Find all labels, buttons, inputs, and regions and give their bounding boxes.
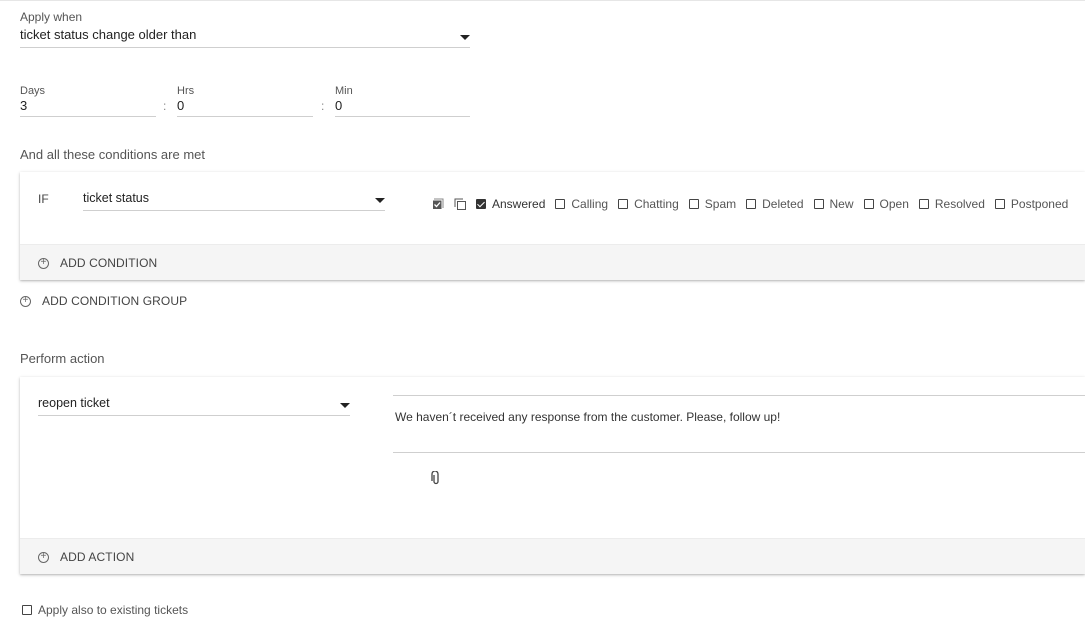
status-option-chatting[interactable]: Chatting: [618, 197, 679, 211]
min-value: 0: [335, 98, 343, 113]
condition-group-card: IF ticket status Answered Calling Chatting…: [20, 172, 1085, 280]
status-option-label: Deleted: [762, 197, 804, 211]
apply-when-underline: [20, 47, 470, 48]
add-condition-group-label: ADD CONDITION GROUP: [42, 294, 188, 308]
status-option-list: Answered Calling Chatting Spam Deleted New Ope…: [476, 197, 1078, 211]
hrs-label: Hrs: [177, 85, 195, 97]
status-option-label: Spam: [704, 197, 737, 211]
status-option-deleted[interactable]: Deleted: [746, 197, 804, 211]
status-option-spam[interactable]: Spam: [688, 197, 737, 211]
paperclip-icon[interactable]: [431, 470, 441, 485]
min-underline: [335, 116, 470, 117]
action-select[interactable]: reopen ticket: [38, 395, 350, 417]
checkbox-icon: [688, 199, 699, 209]
status-option-calling[interactable]: Calling: [555, 197, 608, 211]
status-option-label: Calling: [571, 197, 609, 211]
apply-when-select[interactable]: ticket status change older than: [20, 26, 470, 48]
status-option-label: Postponed: [1010, 197, 1069, 211]
checkbox-icon: [918, 199, 929, 209]
condition-card-footer: + ADD CONDITION: [20, 244, 1085, 280]
condition-field-value: ticket status: [83, 191, 149, 205]
checkbox-icon: [863, 199, 874, 209]
status-option-label: Chatting: [634, 197, 679, 211]
days-label: Days: [20, 85, 46, 97]
hrs-input[interactable]: 0: [177, 98, 313, 117]
add-condition-button[interactable]: + ADD CONDITION: [38, 256, 157, 270]
action-underline: [38, 415, 350, 416]
plus-circle-icon: +: [38, 257, 49, 269]
hrs-value: 0: [177, 98, 185, 113]
add-condition-label: ADD CONDITION: [60, 256, 158, 270]
chevron-down-icon: [340, 403, 350, 408]
add-condition-group-button[interactable]: + ADD CONDITION GROUP: [20, 294, 187, 308]
actions-title: Perform action: [20, 351, 105, 366]
status-options: Answered Calling Chatting Spam Deleted New Ope…: [432, 197, 1078, 211]
min-label: Min: [335, 85, 353, 97]
message-text: We haven´t received any response from th…: [395, 410, 781, 424]
apply-when-value: ticket status change older than: [20, 27, 197, 42]
status-option-label: Answered: [492, 197, 546, 211]
apply-when-label: Apply when: [20, 10, 83, 24]
conditions-title: And all these conditions are met: [20, 147, 205, 162]
apply-existing-label: Apply also to existing tickets: [38, 603, 189, 617]
days-value: 3: [20, 98, 28, 113]
min-input[interactable]: 0: [335, 98, 470, 117]
action-value: reopen ticket: [38, 396, 110, 410]
checkbox-icon: [813, 199, 824, 209]
days-hrs-separator: :: [163, 99, 167, 113]
plus-circle-icon: +: [20, 295, 31, 307]
message-textarea[interactable]: [393, 395, 1085, 453]
checkbox-icon: [476, 199, 486, 209]
plus-circle-icon: +: [38, 551, 49, 563]
hrs-min-separator: :: [321, 99, 325, 113]
hrs-underline: [177, 116, 313, 117]
status-option-label: Open: [879, 197, 909, 211]
checkbox-icon: [22, 605, 32, 615]
if-label: IF: [38, 192, 49, 206]
checkbox-icon: [746, 199, 757, 209]
chevron-down-icon: [460, 35, 470, 40]
status-option-label: New: [829, 197, 854, 211]
status-option-postponed[interactable]: Postponed: [994, 197, 1069, 211]
days-underline: [20, 116, 156, 117]
status-option-resolved[interactable]: Resolved: [918, 197, 985, 211]
status-option-label: Resolved: [934, 197, 985, 211]
condition-field-underline: [83, 210, 385, 211]
status-option-answered[interactable]: Answered: [476, 197, 545, 211]
add-action-button[interactable]: + ADD ACTION: [38, 550, 134, 564]
select-all-icon[interactable]: [432, 198, 444, 210]
condition-field-select[interactable]: ticket status: [83, 190, 385, 212]
add-action-label: ADD ACTION: [60, 550, 135, 564]
checkbox-icon: [555, 199, 566, 209]
action-card-footer: + ADD ACTION: [20, 538, 1085, 574]
chevron-down-icon: [375, 198, 385, 203]
days-input[interactable]: 3: [20, 98, 156, 117]
status-option-new[interactable]: New: [813, 197, 854, 211]
checkbox-icon: [618, 199, 629, 209]
top-divider: [0, 0, 1085, 1]
status-option-open[interactable]: Open: [863, 197, 909, 211]
apply-existing-checkbox[interactable]: Apply also to existing tickets: [22, 603, 188, 617]
copy-icon[interactable]: [454, 198, 466, 210]
checkbox-icon: [994, 199, 1005, 209]
